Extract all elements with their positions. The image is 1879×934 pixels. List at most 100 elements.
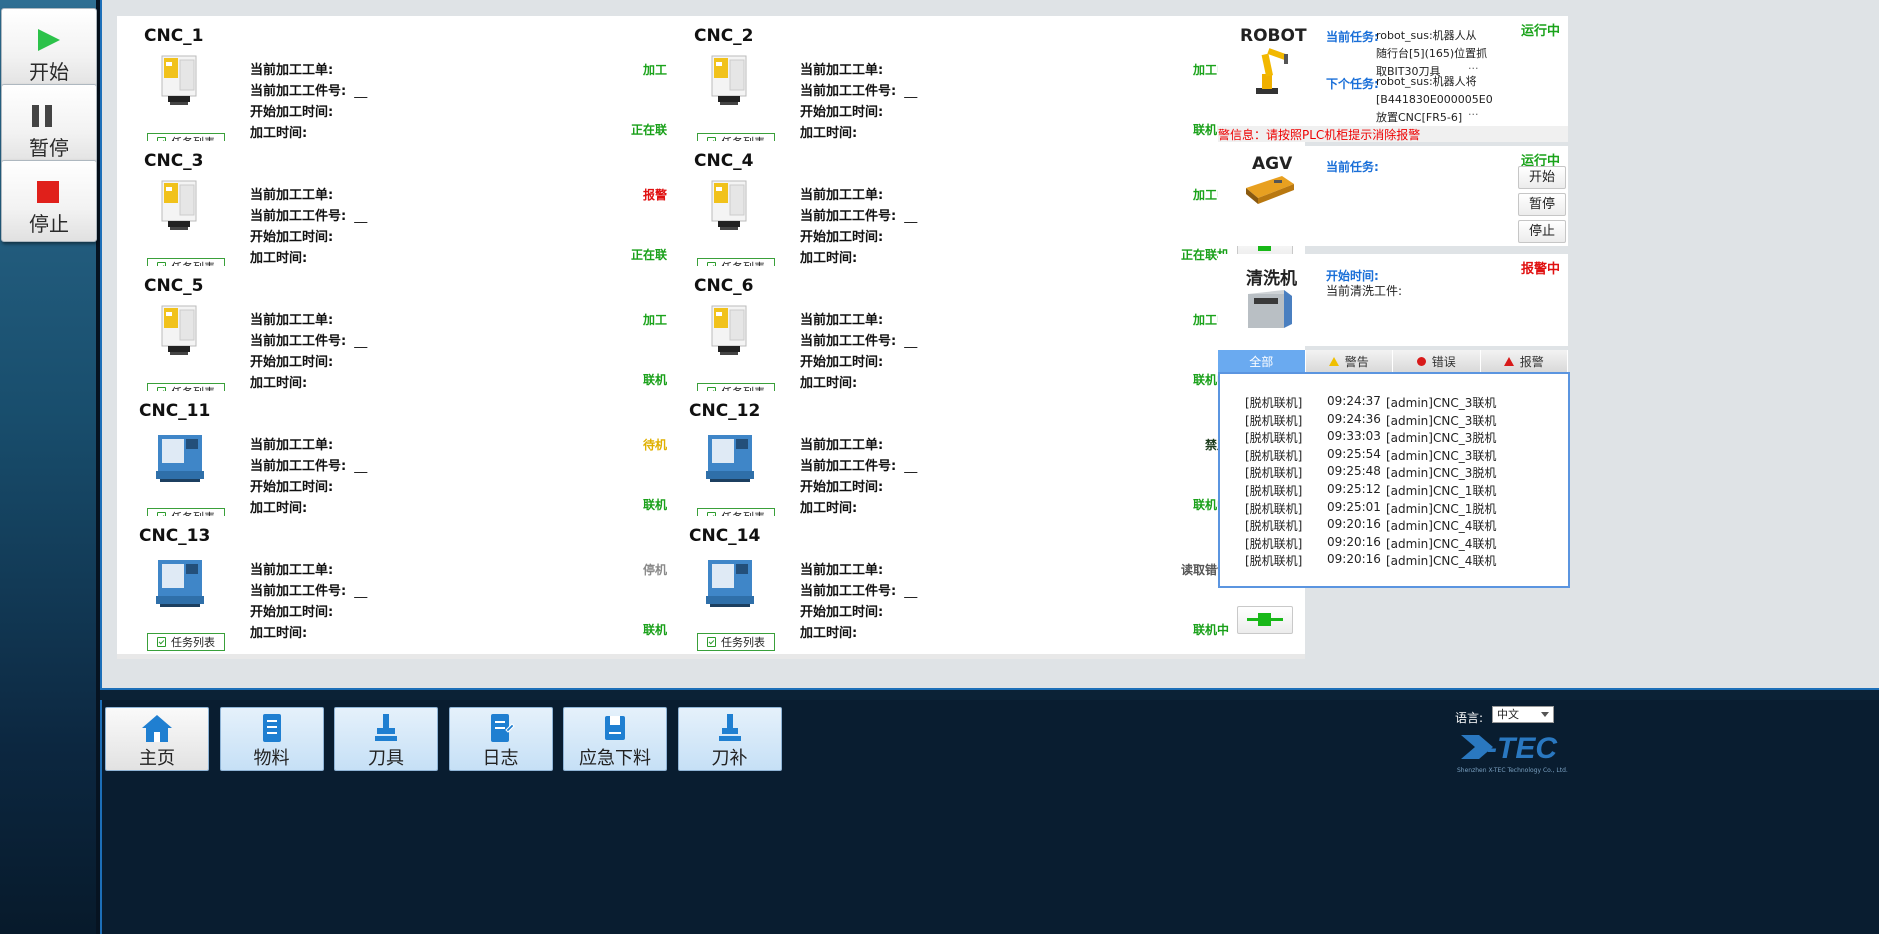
start-button[interactable]: 开始: [1, 8, 97, 90]
log-time: 09:20:16: [1327, 534, 1381, 549]
nav-tool-offset[interactable]: 刀补: [677, 707, 782, 771]
robot-next-task-more[interactable]: ···: [1468, 106, 1479, 124]
part-no-value: __: [904, 584, 918, 599]
stop-button[interactable]: 停止: [1, 160, 97, 242]
tab-error[interactable]: 错误: [1393, 350, 1481, 372]
cnc-name: CNC_3: [144, 151, 204, 171]
cnc-card: CNC_13 任务列表 当前加工工单: 当前加工工件号: __ 开始加工时间: 加…: [117, 516, 755, 659]
tab-warning[interactable]: 警告: [1305, 350, 1393, 372]
cnc-info: 当前加工工单: 当前加工工件号: __ 开始加工时间: 加工时间:: [250, 310, 367, 394]
start-time-label: 开始加工时间:: [250, 105, 334, 120]
cnc-card: CNC_2 任务列表 当前加工工单: 当前加工工件号:__ 开始加工时间: 加工…: [667, 16, 1305, 159]
checklist-icon: [157, 637, 166, 647]
nav-label: 刀具: [368, 748, 404, 769]
language-select[interactable]: 中文: [1492, 706, 1554, 723]
cnc-info: 当前加工工单: 当前加工工件号: __ 开始加工时间: 加工时间:: [250, 60, 367, 144]
order-label: 当前加工工单:: [250, 63, 334, 78]
pause-button[interactable]: 暂停: [1, 84, 97, 166]
start-time-row: 开始加工时间:: [250, 352, 367, 373]
cnc-name: CNC_12: [689, 401, 761, 421]
log-type: [脱机联机]: [1245, 536, 1303, 551]
part-no-row: 当前加工工件号: __: [800, 206, 917, 227]
cnc-name: CNC_5: [144, 276, 204, 296]
cnc-info: 当前加工工单: 当前加工工件号: __ 开始加工时间: 加工时间:: [800, 435, 917, 519]
agv-stop-button[interactable]: 停止: [1518, 220, 1566, 243]
nav-emergency-unload[interactable]: 应急下料: [563, 707, 667, 771]
order-row: 当前加工工单:: [250, 560, 367, 581]
order-row: 当前加工工单:: [250, 435, 367, 456]
material-icon: [221, 712, 323, 744]
part-no-row: 当前加工工件号: __: [800, 81, 917, 102]
log-message: [admin]CNC_1联机: [1386, 484, 1497, 498]
cnc-info: 当前加工工单: 当前加工工件号: __ 开始加工时间: 加工时间:: [800, 60, 917, 144]
order-label: 当前加工工单:: [800, 188, 884, 203]
start-time-label: 开始加工时间:: [800, 355, 884, 370]
log-message: [admin]CNC_3脱机: [1386, 431, 1497, 446]
nav-material[interactable]: 物料: [219, 707, 324, 771]
xtec-logo: -TEC: [1461, 732, 1558, 765]
agv-start-button[interactable]: 开始: [1518, 166, 1566, 189]
link-toggle-button[interactable]: [1237, 606, 1293, 634]
part-no-label: 当前加工工件号:: [800, 334, 897, 349]
part-no-row: 当前加工工件号: __: [250, 581, 367, 602]
task-list-button[interactable]: 任务列表: [147, 633, 225, 651]
log-message: [admin]CNC_4联机: [1386, 536, 1497, 551]
nav-log[interactable]: 日志: [448, 707, 553, 771]
part-no-label: 当前加工工件号:: [250, 584, 347, 599]
robot-next-task-label: 下个任务:: [1326, 77, 1379, 91]
log-message: [admin]CNC_4联机: [1386, 554, 1497, 569]
checklist-icon: [707, 637, 716, 647]
log-type: [脱机联机]: [1245, 396, 1303, 410]
start-button-label: 开始: [29, 60, 69, 84]
nav-label: 物料: [253, 748, 290, 769]
cnc-info: 当前加工工单: 当前加工工件号: __ 开始加工时间: 加工时间:: [250, 435, 367, 519]
start-time-label: 开始加工时间:: [250, 605, 334, 620]
nav-tool[interactable]: 刀具: [334, 707, 438, 771]
part-no-value: __: [904, 459, 918, 474]
cnc-machine-icon: [706, 435, 754, 482]
cnc-card: CNC_6 任务列表 当前加工工单: 当前加工工件号:__ 开始加工时间: 加工…: [667, 266, 1305, 409]
cnc-card: CNC_5 任务列表 当前加工工单: 当前加工工件号:__ 开始加工时间: 加工…: [117, 266, 755, 409]
cnc-machine-icon: [161, 55, 197, 105]
log-time: 09:25:12: [1327, 482, 1381, 496]
cnc-machine-icon: [706, 560, 754, 607]
start-time-label: 开始加工时间:: [250, 355, 334, 370]
start-time-row: 开始加工时间:: [250, 227, 367, 248]
tool-icon: [335, 712, 437, 744]
duration-label: 加工时间:: [250, 126, 308, 141]
svg-text:-TEC: -TEC: [1487, 732, 1558, 765]
agv-card: AGV 运行中 当前任务: 开始 暂停 停止: [1218, 146, 1568, 246]
duration-label: 加工时间:: [250, 251, 308, 266]
log-list[interactable]: [脱机联机] 09:24:37 [admin]CNC_3联机 [脱机联机] 09:…: [1218, 372, 1570, 588]
part-no-value: __: [354, 84, 368, 99]
part-no-row: 当前加工工件号: __: [800, 331, 917, 352]
log-message: [admin]CNC_3联机: [1386, 396, 1497, 410]
language-label: 语言:: [1455, 711, 1484, 725]
part-no-label: 当前加工工件号:: [250, 334, 347, 349]
part-no-row: 当前加工工件号: __: [800, 456, 917, 477]
tab-error-label: 错误: [1431, 354, 1456, 369]
part-no-label: 当前加工工件号:: [800, 459, 897, 474]
cnc-card: CNC_14 任务列表 当前加工工单: 当前加工工件号: __ 开始加工时间: 加…: [667, 516, 1305, 659]
tab-all-label: 全部: [1249, 354, 1274, 369]
tab-all[interactable]: 全部: [1218, 350, 1306, 372]
agv-pause-button[interactable]: 暂停: [1518, 193, 1566, 216]
part-no-label: 当前加工工件号:: [800, 84, 897, 99]
task-list-button[interactable]: 任务列表: [697, 633, 775, 651]
error-icon: [1416, 356, 1426, 366]
nav-home[interactable]: 主页: [105, 707, 209, 771]
order-row: 当前加工工单:: [250, 310, 367, 331]
tab-alarm[interactable]: 报警: [1480, 350, 1568, 372]
cnc-name: CNC_13: [139, 526, 211, 546]
order-row: 当前加工工单:: [800, 185, 917, 206]
order-label: 当前加工工单:: [250, 188, 334, 203]
log-type: [脱机联机]: [1245, 554, 1303, 569]
part-no-row: 当前加工工件号: __: [250, 206, 367, 227]
duration-row: 加工时间:: [250, 623, 367, 644]
duration-label: 加工时间:: [800, 626, 858, 641]
cnc-machine-icon: [711, 180, 747, 230]
cnc-machine-icon: [161, 305, 197, 355]
washer-status: 报警中: [1520, 262, 1560, 277]
play-icon: [2, 19, 96, 55]
stop-icon: [2, 171, 96, 207]
